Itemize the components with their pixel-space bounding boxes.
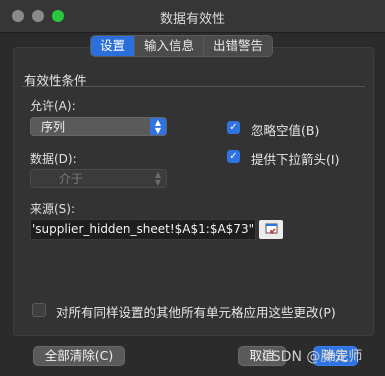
apply-all-checkbox[interactable]: [32, 303, 46, 317]
dropdown-arrow-label: 提供下拉箭头(I): [251, 152, 340, 167]
allow-label: 允许(A):: [30, 99, 76, 113]
ignore-blank-checkbox[interactable]: ✓: [227, 121, 240, 134]
window-title: 数据有效性: [159, 12, 225, 27]
ignore-blank-label: 忽略空值(B): [251, 123, 320, 138]
data-select[interactable]: 介于 ▲ ▼: [30, 169, 167, 188]
checkmark-icon: ✓: [229, 122, 238, 133]
watermark: CSDN @胖先师: [262, 349, 363, 365]
allow-select-value: 序列: [41, 120, 66, 134]
collapse-dialog-icon: [265, 223, 278, 234]
checkmark-icon: ✓: [229, 151, 238, 162]
tab-input-message[interactable]: 输入信息: [135, 36, 205, 56]
collapse-dialog-button[interactable]: [259, 220, 283, 239]
dropdown-arrow-checkbox[interactable]: ✓: [227, 150, 240, 163]
allow-select[interactable]: 序列 ▲ ▼: [30, 117, 167, 136]
updown-chevron-icon: ▲ ▼: [150, 118, 166, 135]
tab-settings[interactable]: 设置: [91, 36, 136, 56]
data-select-value: 介于: [59, 172, 84, 186]
section-divider: [22, 86, 365, 87]
tab-bar: 设置 输入信息 出错警告: [90, 35, 274, 57]
source-input[interactable]: 'supplier_hidden_sheet!$A$1:$A$73"): [30, 219, 256, 240]
updown-chevron-icon: ▲ ▼: [154, 170, 162, 187]
settings-panel: [13, 47, 374, 336]
apply-all-label: 对所有同样设置的其他所有单元格应用这些更改(P): [56, 305, 336, 320]
source-label: 来源(S):: [30, 202, 76, 216]
tab-error-alert[interactable]: 出错警告: [204, 36, 272, 56]
data-label: 数据(D):: [30, 152, 77, 166]
title-bar: 数据有效性: [0, 0, 385, 33]
clear-all-button[interactable]: 全部清除(C): [33, 346, 125, 366]
